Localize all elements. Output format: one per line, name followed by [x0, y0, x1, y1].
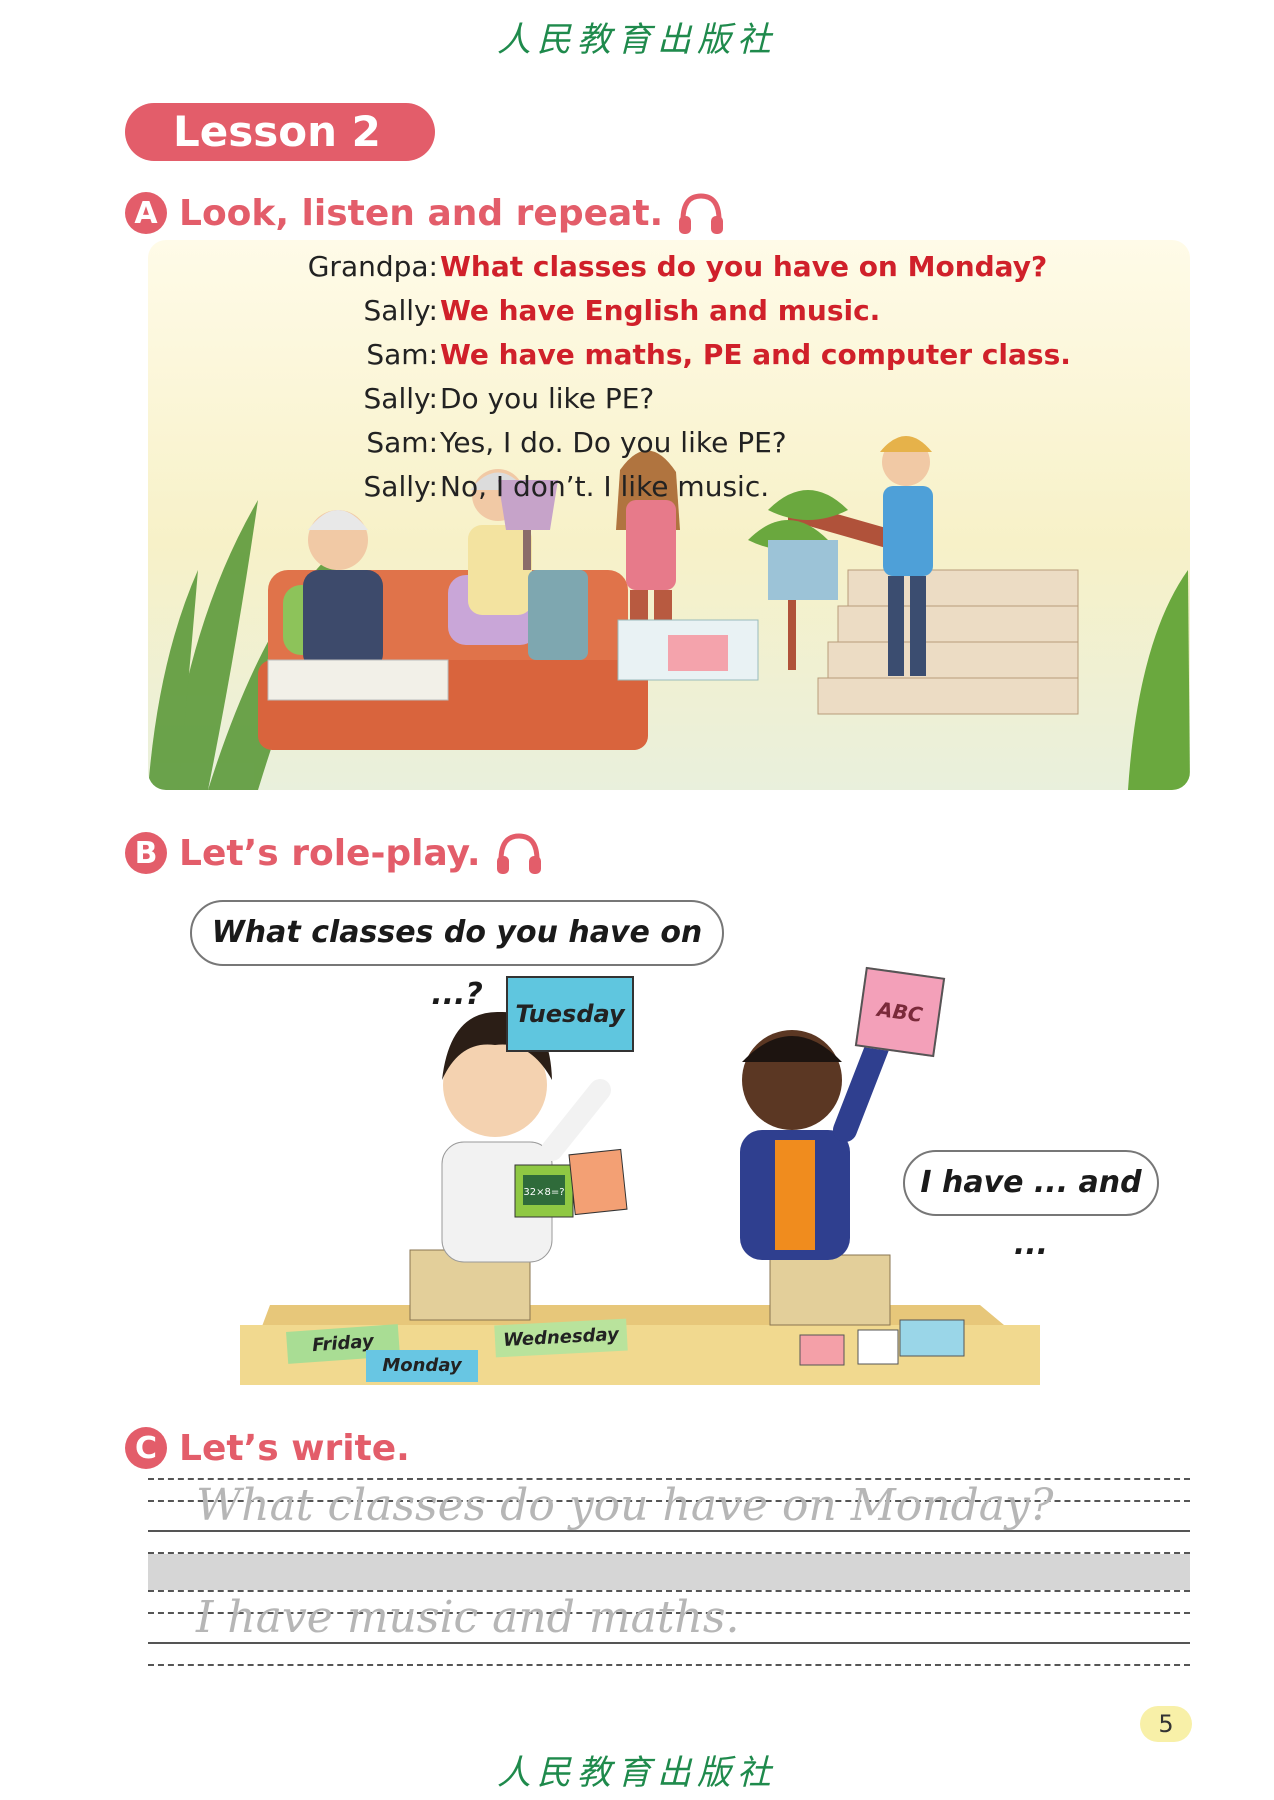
speaker-label: Sally: — [363, 294, 438, 327]
dialogue-text: We have maths, PE and computer class. — [440, 338, 1071, 371]
speaker-label: Grandpa: — [307, 250, 438, 283]
dialogue-text: Do you like PE? — [440, 382, 655, 415]
dialogue-line: Sam: We have maths, PE and computer clas… — [248, 333, 1128, 377]
section-c-heading: C Let’s write. — [125, 1425, 410, 1471]
dialogue-text: No, I don’t. I like music. — [440, 470, 770, 503]
lesson-title: Lesson 2 — [125, 103, 435, 161]
abc-card: ABC — [854, 966, 946, 1058]
dialogue-line: Grandpa: What classes do you have on Mon… — [248, 245, 1128, 289]
section-c-badge: C — [125, 1427, 167, 1469]
monday-card: Monday — [366, 1350, 478, 1382]
dialogue-text: We have English and music. — [440, 294, 881, 327]
trace-sentence-1: What classes do you have on Monday? — [196, 1480, 1054, 1531]
section-a-title: Look, listen and repeat. — [179, 192, 664, 234]
section-b-heading: B Let’s role-play. — [125, 830, 545, 876]
section-b-badge: B — [125, 832, 167, 874]
publisher-header: 人民教育出版社 — [497, 20, 777, 60]
publisher-footer: 人民教育出版社 — [497, 1753, 777, 1793]
section-a-badge: A — [125, 192, 167, 234]
dialogue-line: Sam: Yes, I do. Do you like PE? — [248, 421, 1128, 465]
dialogue-text: Yes, I do. Do you like PE? — [440, 426, 787, 459]
speaker-label: Sally: — [363, 470, 438, 503]
section-b-title: Let’s role-play. — [179, 832, 481, 874]
dialogue-line: Sally: Do you like PE? — [248, 377, 1128, 421]
speaker-label: Sam: — [366, 426, 438, 459]
trace-sentence-2: I have music and maths. — [196, 1592, 740, 1643]
dialogue-text: What classes do you have on Monday? — [440, 250, 1048, 283]
headphone-icon[interactable] — [493, 830, 545, 876]
question-bubble: What classes do you have on ...? — [190, 900, 724, 1012]
writing-guide-line — [148, 1664, 1190, 1666]
speaker-label: Sam: — [366, 338, 438, 371]
tuesday-card: Tuesday — [506, 976, 634, 1052]
writing-band — [148, 1554, 1190, 1590]
answer-bubble: I have ... and ... — [903, 1150, 1159, 1262]
section-c-title: Let’s write. — [179, 1427, 410, 1469]
dialogue-line: Sally: We have English and music. — [248, 289, 1128, 333]
speaker-label: Sally: — [363, 382, 438, 415]
headphone-icon[interactable] — [675, 190, 727, 236]
dialogue: Grandpa: What classes do you have on Mon… — [248, 245, 1128, 509]
dialogue-line: Sally: No, I don’t. I like music. — [248, 465, 1128, 509]
math-card-text: 32×8=? — [523, 1187, 564, 1198]
page-number: 5 — [1140, 1706, 1192, 1742]
section-a-heading: A Look, listen and repeat. — [125, 190, 727, 236]
writing-area: What classes do you have on Monday? I ha… — [148, 1478, 1190, 1678]
